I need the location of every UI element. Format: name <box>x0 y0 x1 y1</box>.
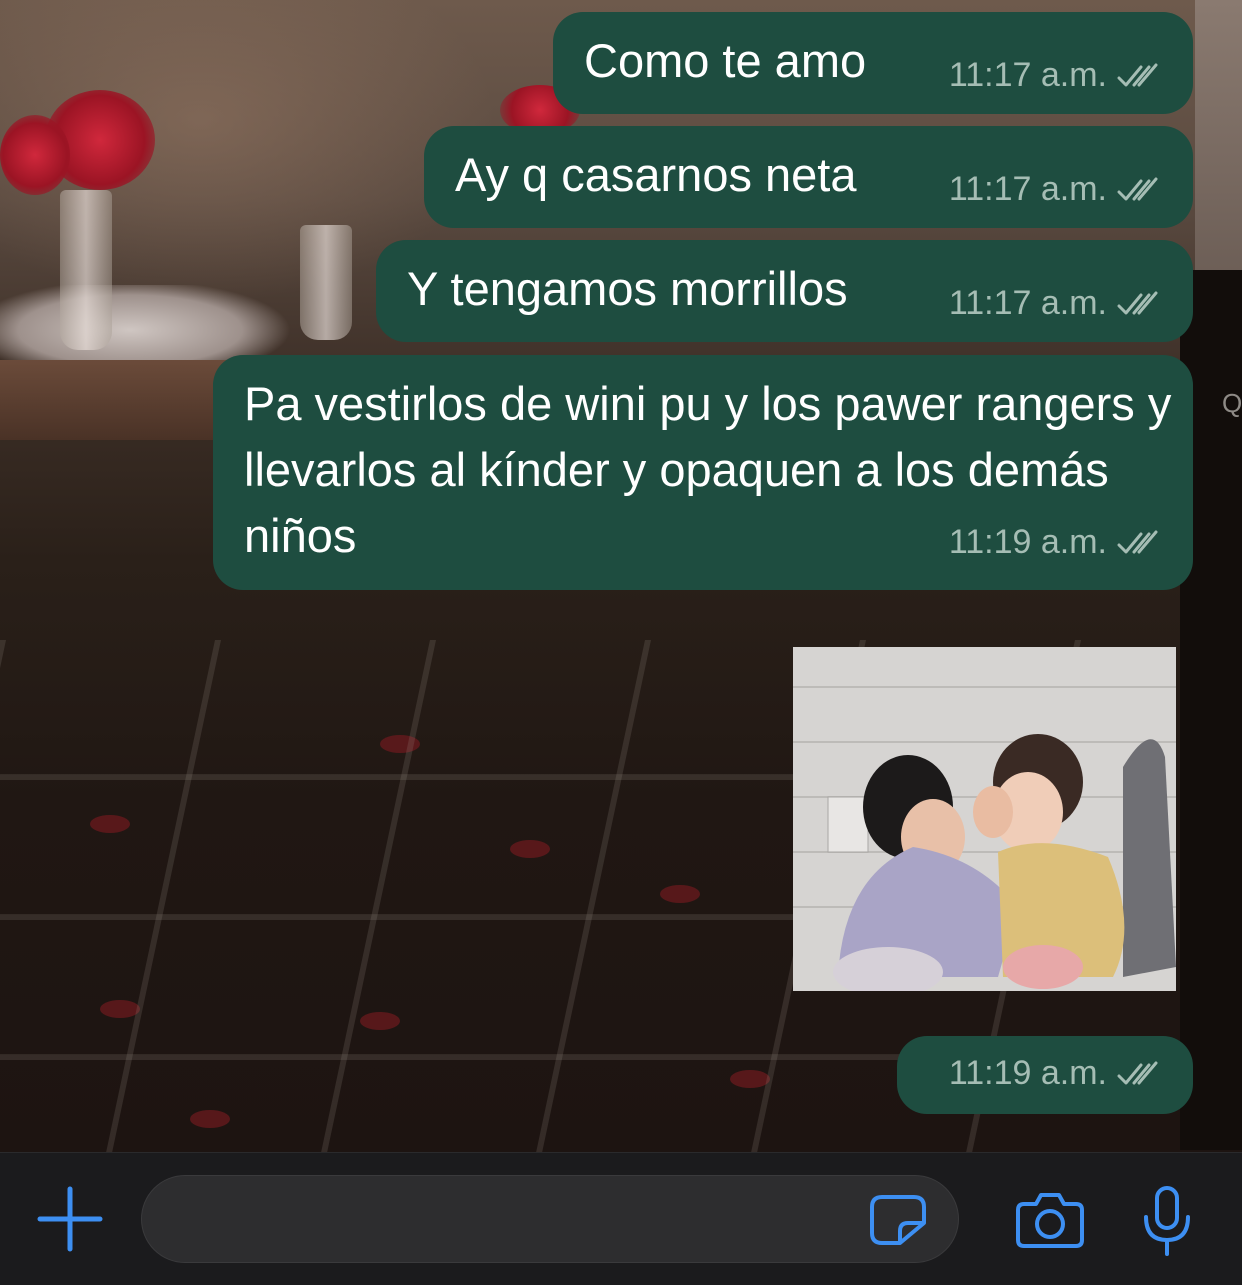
message-bubble-outgoing[interactable]: Como te amo 11:17 a.m. <box>553 12 1193 114</box>
message-bubble-outgoing[interactable]: Ay q casarnos neta 11:17 a.m. <box>424 126 1193 228</box>
attach-button[interactable] <box>34 1183 106 1255</box>
microphone-icon <box>1144 1186 1190 1256</box>
double-check-icon <box>1117 177 1158 200</box>
chat-screen: Q Como te amo 11:17 a.m. Ay q casarnos n… <box>0 0 1242 1285</box>
double-check-icon <box>1117 63 1158 86</box>
sticker-meta-bubble: 11:19 a.m. <box>897 1036 1193 1114</box>
message-time: 11:17 a.m. <box>948 284 1107 322</box>
message-meta: 11:17 a.m. <box>949 170 1163 209</box>
sticker-icon <box>870 1195 926 1245</box>
message-meta: 11:17 a.m. <box>949 284 1163 323</box>
double-check-icon <box>1117 291 1158 314</box>
message-meta: 11:19 a.m. <box>949 523 1163 562</box>
message-text: Ay q casarnos neta <box>455 148 857 201</box>
message-time: 11:19 a.m. <box>948 1054 1107 1092</box>
message-meta: 11:19 a.m. <box>949 1054 1163 1093</box>
camera-icon <box>1016 1193 1084 1248</box>
message-time: 11:19 a.m. <box>948 523 1107 561</box>
camera-button[interactable] <box>1014 1190 1086 1250</box>
sticker-button[interactable] <box>868 1193 928 1247</box>
plus-icon <box>37 1186 103 1252</box>
message-time: 11:17 a.m. <box>948 170 1107 208</box>
message-text: Y tengamos morrillos <box>407 262 848 315</box>
double-check-icon <box>1117 1061 1158 1084</box>
message-bubble-outgoing[interactable]: Pa vestirlos de wini pu y los pawer rang… <box>213 355 1193 590</box>
message-time: 11:17 a.m. <box>948 56 1107 94</box>
double-check-icon <box>1117 530 1158 553</box>
sticker-image[interactable] <box>793 647 1176 991</box>
microphone-button[interactable] <box>1140 1185 1194 1257</box>
message-input[interactable] <box>141 1175 959 1263</box>
message-meta: 11:17 a.m. <box>949 56 1163 95</box>
message-text: Como te amo <box>584 34 867 87</box>
wallpaper-letter: Q <box>1222 388 1242 418</box>
message-bubble-outgoing[interactable]: Y tengamos morrillos 11:17 a.m. <box>376 240 1193 342</box>
